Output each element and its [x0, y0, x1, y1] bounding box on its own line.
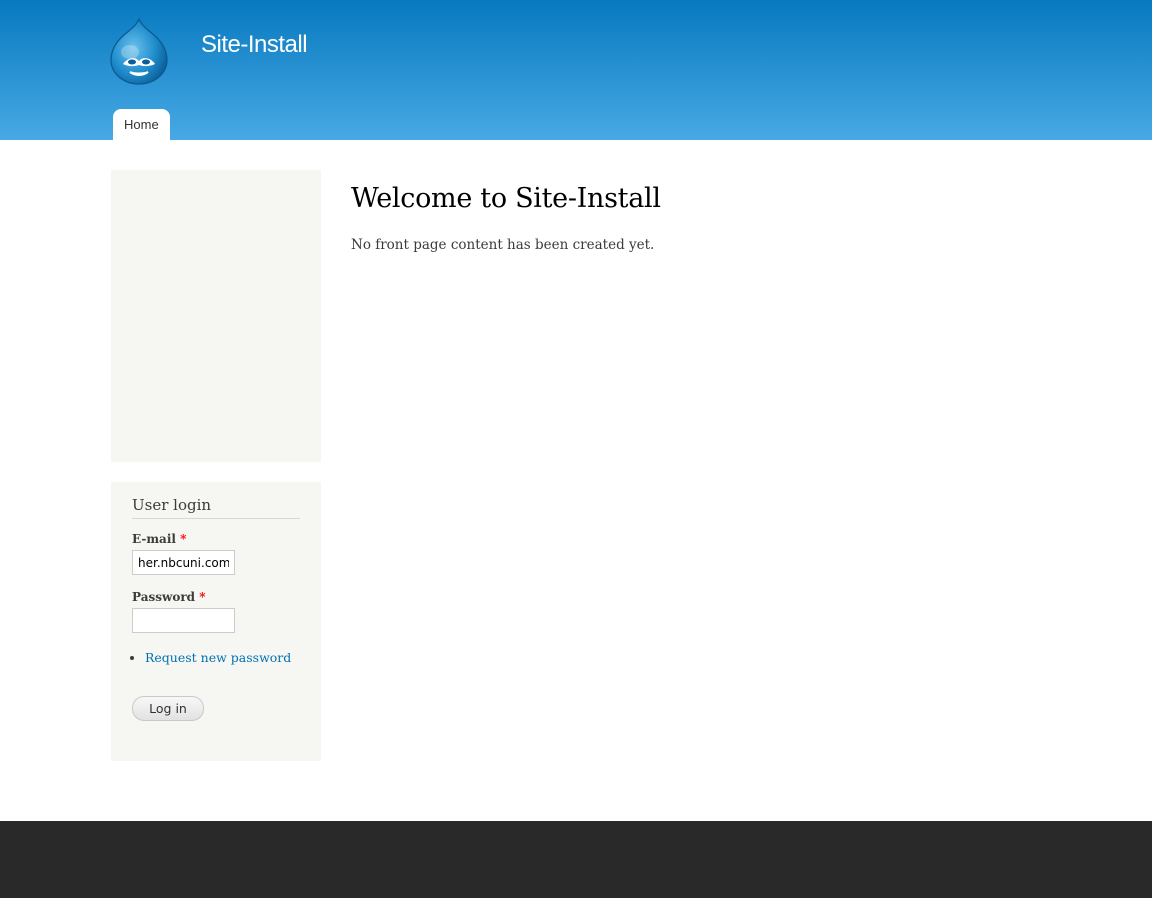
required-marker: *	[180, 532, 187, 546]
site-header: Site-Install Home	[0, 0, 1152, 140]
password-label: Password *	[132, 590, 206, 604]
main-menu: Home	[113, 109, 170, 140]
page-title: Welcome to Site-Install	[351, 183, 661, 214]
login-links: Request new password	[132, 650, 291, 665]
user-login-title: User login	[132, 496, 300, 519]
drupal-logo-icon[interactable]	[108, 16, 170, 86]
user-login-block: User login E-mail * Password * Request n…	[111, 482, 321, 761]
email-label: E-mail *	[132, 532, 186, 546]
sidebar-empty-region	[111, 170, 321, 462]
log-in-button[interactable]: Log in	[132, 696, 204, 721]
required-marker: *	[199, 590, 206, 604]
email-field[interactable]	[132, 550, 235, 575]
list-item: Request new password	[145, 650, 291, 665]
tab-home[interactable]: Home	[113, 109, 170, 140]
password-field[interactable]	[132, 608, 235, 633]
password-label-text: Password	[132, 590, 196, 604]
site-name-link[interactable]: Site-Install	[201, 31, 308, 59]
request-new-password-link[interactable]: Request new password	[145, 650, 291, 665]
front-page-message: No front page content has been created y…	[351, 237, 655, 253]
site-footer	[0, 821, 1152, 898]
email-label-text: E-mail	[132, 532, 176, 546]
